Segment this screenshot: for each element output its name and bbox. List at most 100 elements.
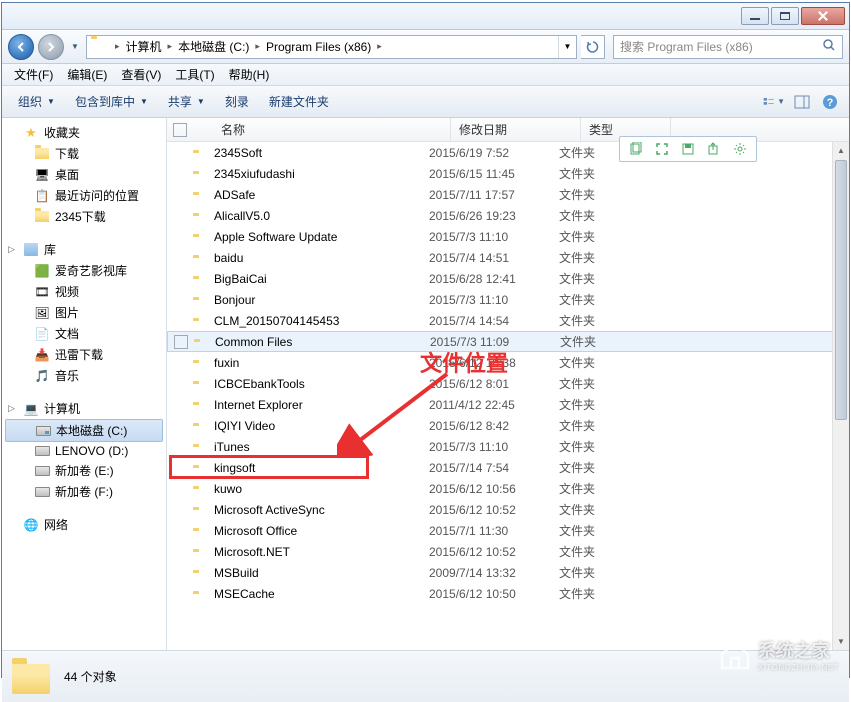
table-row[interactable]: Common Files2015/7/3 11:09文件夹 bbox=[167, 331, 849, 352]
forward-button[interactable] bbox=[38, 34, 64, 60]
file-type: 文件夹 bbox=[559, 291, 649, 308]
file-date: 2015/7/4 14:51 bbox=[429, 251, 559, 265]
select-all-checkbox[interactable] bbox=[173, 123, 187, 137]
minimize-button[interactable] bbox=[741, 7, 769, 25]
sidebar-drive-e[interactable]: 新加卷 (E:) bbox=[2, 460, 166, 481]
burn-button[interactable]: 刻录 bbox=[217, 89, 257, 114]
sidebar-drive-c[interactable]: 本地磁盘 (C:) bbox=[5, 419, 163, 442]
sidebar-computer[interactable]: ▷💻计算机 bbox=[2, 398, 166, 419]
file-date: 2015/6/26 19:23 bbox=[429, 209, 559, 223]
table-row[interactable]: Microsoft.NET2015/6/12 10:52文件夹 bbox=[167, 541, 849, 562]
sidebar-libraries[interactable]: ▷库 bbox=[2, 239, 166, 260]
breadcrumb-drive-c[interactable]: 本地磁盘 (C:) bbox=[176, 38, 251, 55]
chevron-right-icon[interactable]: ▸ bbox=[251, 41, 264, 52]
sidebar-music[interactable]: 🎵音乐 bbox=[2, 365, 166, 386]
sidebar-drive-d[interactable]: LENOVO (D:) bbox=[2, 442, 166, 460]
table-row[interactable]: Microsoft Office2015/7/1 11:30文件夹 bbox=[167, 520, 849, 541]
table-row[interactable]: kingsoft2015/7/14 7:54文件夹 bbox=[167, 457, 849, 478]
column-name[interactable]: 名称 bbox=[193, 118, 451, 141]
table-row[interactable]: kuwo2015/6/12 10:56文件夹 bbox=[167, 478, 849, 499]
table-row[interactable]: Internet Explorer2011/4/12 22:45文件夹 bbox=[167, 394, 849, 415]
sidebar-pictures[interactable]: 🖼图片 bbox=[2, 302, 166, 323]
file-type: 文件夹 bbox=[559, 396, 649, 413]
sidebar-2345[interactable]: 2345下载 bbox=[2, 206, 166, 227]
table-row[interactable]: CLM_201507041454532015/7/4 14:54文件夹 bbox=[167, 310, 849, 331]
table-row[interactable]: Apple Software Update2015/7/3 11:10文件夹 bbox=[167, 226, 849, 247]
share-button[interactable] bbox=[702, 139, 726, 159]
share-button[interactable]: 共享▼ bbox=[160, 89, 213, 114]
search-input[interactable]: 搜索 Program Files (x86) bbox=[613, 35, 843, 59]
copy-button[interactable] bbox=[624, 139, 648, 159]
table-row[interactable]: BigBaiCai2015/6/28 12:41文件夹 bbox=[167, 268, 849, 289]
file-type: 文件夹 bbox=[559, 354, 649, 371]
breadcrumb[interactable]: ▸ 计算机 ▸ 本地磁盘 (C:) ▸ Program Files (x86) … bbox=[86, 35, 577, 59]
include-library-button[interactable]: 包含到库中▼ bbox=[67, 89, 156, 114]
breadcrumb-dropdown[interactable]: ▼ bbox=[558, 36, 576, 58]
chevron-right-icon[interactable]: ▸ bbox=[164, 41, 177, 52]
file-name: Bonjour bbox=[214, 293, 429, 307]
table-row[interactable]: fuxin2015/6/12 10:38文件夹 bbox=[167, 352, 849, 373]
maximize-button[interactable] bbox=[771, 7, 799, 25]
table-row[interactable]: AlicallV5.02015/6/26 19:23文件夹 bbox=[167, 205, 849, 226]
sidebar-videos[interactable]: 🎞视频 bbox=[2, 281, 166, 302]
breadcrumb-computer[interactable]: 计算机 bbox=[124, 38, 164, 55]
organize-button[interactable]: 组织▼ bbox=[10, 89, 63, 114]
file-date: 2015/6/12 10:52 bbox=[429, 545, 559, 559]
menu-file[interactable]: 文件(F) bbox=[8, 64, 59, 85]
sidebar-downloads[interactable]: 下载 bbox=[2, 143, 166, 164]
expand-button[interactable] bbox=[650, 139, 674, 159]
save-button[interactable] bbox=[676, 139, 700, 159]
file-date: 2015/7/14 7:54 bbox=[429, 461, 559, 475]
chevron-right-icon[interactable]: ▸ bbox=[111, 41, 124, 52]
sidebar-xunlei[interactable]: 📥迅雷下载 bbox=[2, 344, 166, 365]
file-type: 文件夹 bbox=[559, 270, 649, 287]
menu-edit[interactable]: 编辑(E) bbox=[61, 64, 113, 85]
table-row[interactable]: IQIYI Video2015/6/12 8:42文件夹 bbox=[167, 415, 849, 436]
scroll-thumb[interactable] bbox=[835, 160, 847, 420]
help-button[interactable]: ? bbox=[819, 91, 841, 113]
scroll-up-button[interactable]: ▲ bbox=[833, 142, 849, 159]
view-mode-button[interactable]: ▼ bbox=[763, 91, 785, 113]
table-row[interactable]: baidu2015/7/4 14:51文件夹 bbox=[167, 247, 849, 268]
file-name: baidu bbox=[214, 251, 429, 265]
menu-view[interactable]: 查看(V) bbox=[115, 64, 167, 85]
table-row[interactable]: Microsoft ActiveSync2015/6/12 10:52文件夹 bbox=[167, 499, 849, 520]
breadcrumb-program-files[interactable]: Program Files (x86) bbox=[264, 40, 373, 54]
table-row[interactable]: Bonjour2015/7/3 11:10文件夹 bbox=[167, 289, 849, 310]
sidebar-drive-f[interactable]: 新加卷 (F:) bbox=[2, 481, 166, 502]
file-type: 文件夹 bbox=[559, 165, 649, 182]
file-type: 文件夹 bbox=[559, 312, 649, 329]
picture-icon: 🖼 bbox=[34, 306, 50, 320]
table-row[interactable]: MSBuild2009/7/14 13:32文件夹 bbox=[167, 562, 849, 583]
menu-help[interactable]: 帮助(H) bbox=[223, 64, 276, 85]
row-checkbox[interactable] bbox=[174, 335, 188, 349]
table-row[interactable]: iTunes2015/7/3 11:10文件夹 bbox=[167, 436, 849, 457]
refresh-button[interactable] bbox=[581, 35, 605, 59]
scrollbar[interactable]: ▲ ▼ bbox=[832, 142, 849, 650]
table-row[interactable]: ADSafe2015/7/11 17:57文件夹 bbox=[167, 184, 849, 205]
sidebar-documents[interactable]: 📄文档 bbox=[2, 323, 166, 344]
column-date[interactable]: 修改日期 bbox=[451, 118, 581, 141]
table-row[interactable]: ICBCEbankTools2015/6/12 8:01文件夹 bbox=[167, 373, 849, 394]
file-date: 2015/7/3 11:10 bbox=[429, 293, 559, 307]
new-folder-button[interactable]: 新建文件夹 bbox=[261, 89, 337, 114]
table-row[interactable]: 2345xiufudashi2015/6/15 11:45文件夹 bbox=[167, 163, 849, 184]
sidebar-recent[interactable]: 📋最近访问的位置 bbox=[2, 185, 166, 206]
back-button[interactable] bbox=[8, 34, 34, 60]
sidebar-desktop[interactable]: 🖥桌面 bbox=[2, 164, 166, 185]
file-date: 2015/6/12 10:50 bbox=[429, 587, 559, 601]
sidebar-network[interactable]: 🌐网络 bbox=[2, 514, 166, 535]
close-button[interactable] bbox=[801, 7, 845, 25]
file-type: 文件夹 bbox=[559, 585, 649, 602]
menu-tools[interactable]: 工具(T) bbox=[169, 64, 220, 85]
settings-button[interactable] bbox=[728, 139, 752, 159]
sidebar-favorites[interactable]: ★收藏夹 bbox=[2, 122, 166, 143]
table-row[interactable]: MSECache2015/6/12 10:50文件夹 bbox=[167, 583, 849, 604]
chevron-right-icon[interactable]: ▸ bbox=[373, 41, 386, 52]
file-date: 2015/6/12 10:52 bbox=[429, 503, 559, 517]
history-dropdown[interactable]: ▼ bbox=[68, 42, 82, 51]
preview-pane-button[interactable] bbox=[791, 91, 813, 113]
floating-toolbar bbox=[619, 136, 757, 162]
sidebar-iqiyi[interactable]: 🟩爱奇艺影视库 bbox=[2, 260, 166, 281]
file-date: 2011/4/12 22:45 bbox=[429, 398, 559, 412]
